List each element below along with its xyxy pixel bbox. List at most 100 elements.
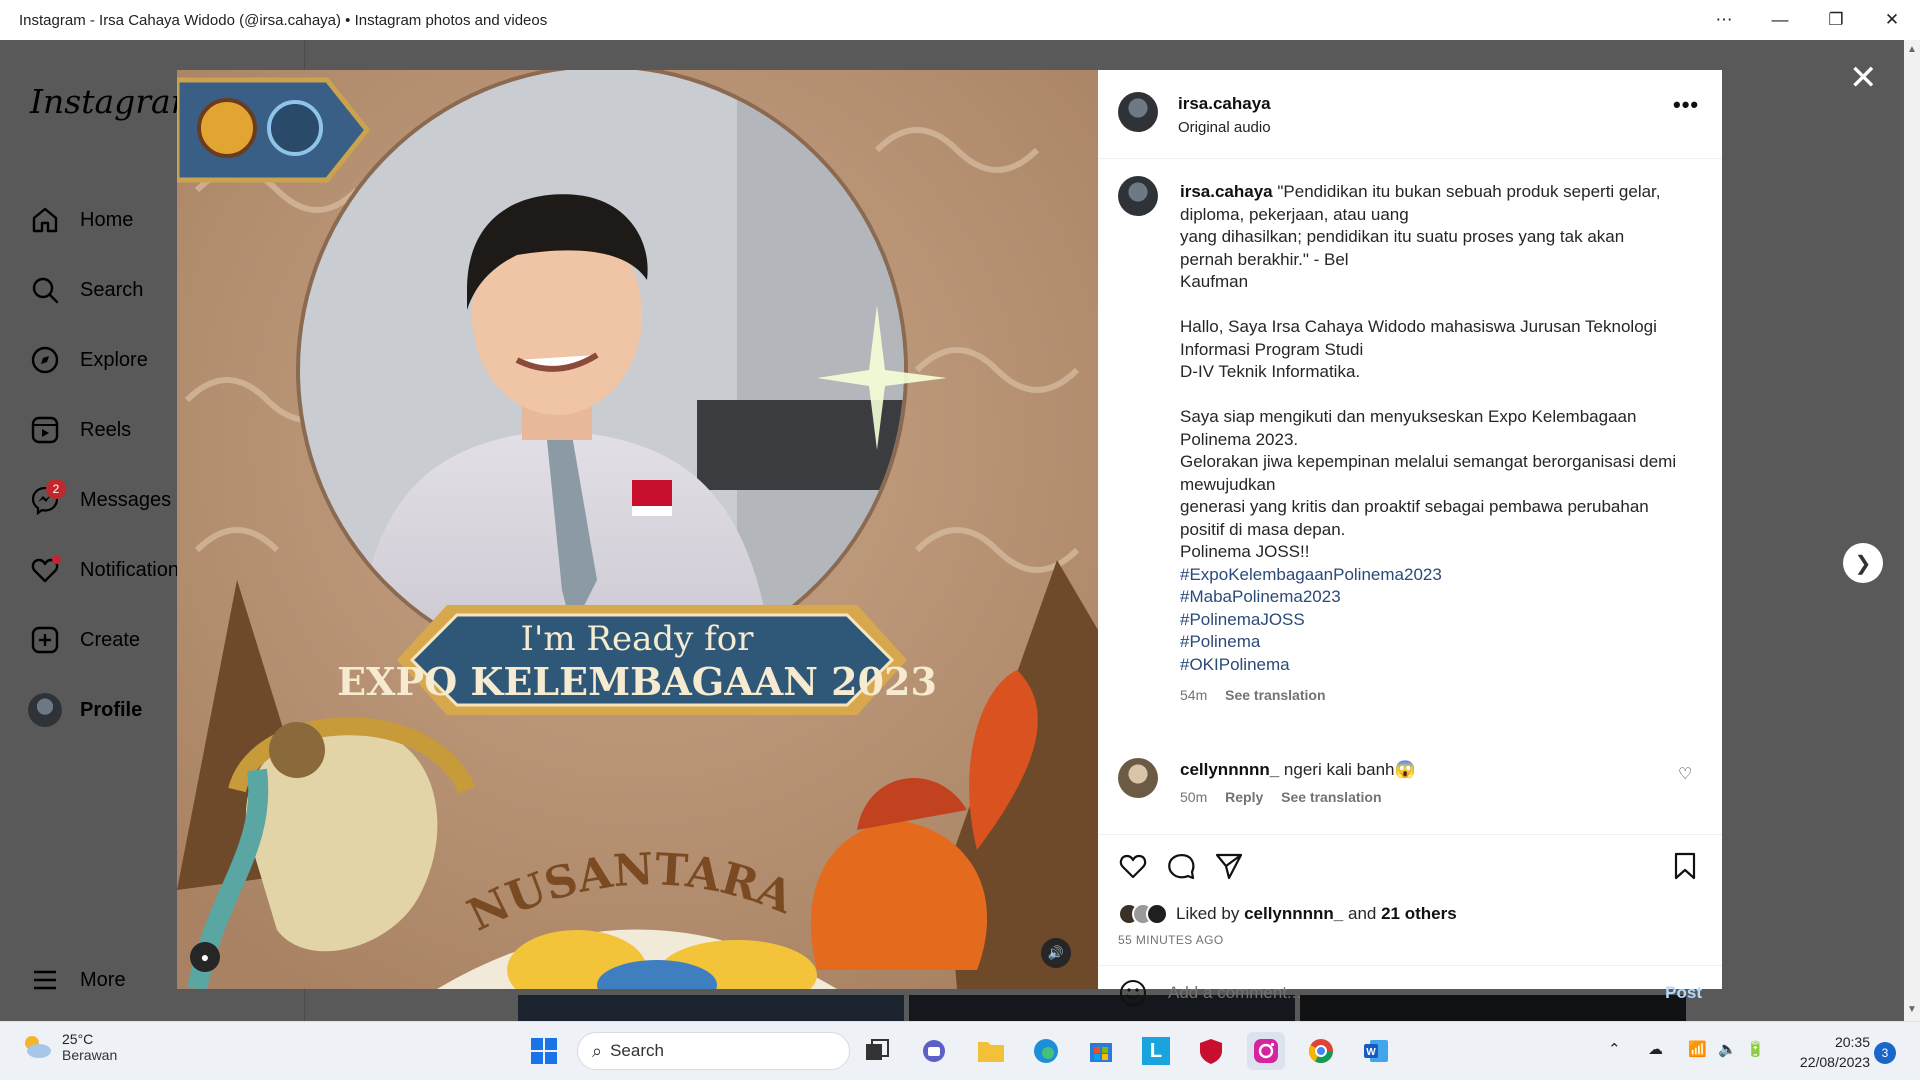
sidebar-item-search[interactable]: Search bbox=[28, 270, 143, 310]
hashtag-link[interactable]: #PolinemaJOSS bbox=[1180, 609, 1680, 632]
sidebar-item-messages[interactable]: 2 Messages bbox=[28, 479, 171, 520]
commenter-avatar[interactable] bbox=[1118, 758, 1158, 798]
post-time-ago[interactable]: 55 MINUTES AGO bbox=[1118, 933, 1224, 947]
battery-icon[interactable]: 🔋 bbox=[1746, 1040, 1765, 1058]
scroll-down-arrow-icon[interactable]: ▼ bbox=[1907, 1004, 1917, 1015]
page-scrollbar[interactable]: ▲ ▼ bbox=[1904, 40, 1920, 1021]
close-modal-icon[interactable]: ✕ bbox=[1849, 58, 1878, 98]
chevron-right-icon: ❯ bbox=[1854, 552, 1872, 575]
liked-by-user[interactable]: cellynnnnn_ bbox=[1244, 904, 1343, 924]
sidebar-item-explore[interactable]: Explore bbox=[28, 340, 148, 380]
caption-line: Saya siap mengikuti dan menyukseskan Exp… bbox=[1180, 407, 1637, 449]
post-details-panel: irsa.cahaya Original audio ••• irsa.caha… bbox=[1098, 70, 1722, 1006]
likes-summary: Liked by cellynnnnn_ and 21 others bbox=[1118, 903, 1457, 925]
caption-line: yang dihasilkan; pendidikan itu suatu pr… bbox=[1180, 227, 1625, 269]
see-translation-link[interactable]: See translation bbox=[1225, 687, 1325, 703]
sidebar-item-profile[interactable]: Profile bbox=[28, 690, 142, 730]
banner-line-1: I'm Ready for bbox=[521, 619, 755, 659]
caption-line: Polinema JOSS!! bbox=[1180, 542, 1310, 561]
hashtag-link[interactable]: #MabaPolinema2023 bbox=[1180, 586, 1680, 609]
close-window-button[interactable]: ✕ bbox=[1864, 0, 1920, 40]
word-app-icon[interactable]: W bbox=[1357, 1032, 1395, 1070]
chrome-browser-icon[interactable] bbox=[1302, 1032, 1340, 1070]
clock-date: 22/08/2023 bbox=[1799, 1054, 1870, 1070]
caption-line: Gelorakan jiwa kepempinan melalui semang… bbox=[1180, 452, 1677, 494]
volume-icon[interactable]: 🔈 bbox=[1718, 1040, 1737, 1058]
sidebar-item-label: Create bbox=[80, 628, 141, 651]
caption-line bbox=[1180, 384, 1680, 407]
sidebar-item-reels[interactable]: Reels bbox=[28, 410, 131, 450]
like-heart-icon[interactable] bbox=[1116, 849, 1150, 883]
mcafee-shield-icon[interactable] bbox=[1192, 1032, 1230, 1070]
task-view-icon[interactable] bbox=[858, 1032, 896, 1070]
sidebar-item-home[interactable]: Home bbox=[28, 200, 133, 240]
scroll-up-arrow-icon[interactable]: ▲ bbox=[1907, 44, 1917, 55]
weather-temp: 25°C bbox=[62, 1031, 94, 1047]
add-comment-input[interactable]: Add a comment... bbox=[1168, 983, 1665, 1003]
more-options-icon[interactable]: ⋯ bbox=[1696, 0, 1752, 40]
audio-toggle-button[interactable]: 🔊 bbox=[1041, 938, 1071, 968]
save-bookmark-icon[interactable] bbox=[1668, 849, 1702, 883]
start-button[interactable] bbox=[525, 1032, 563, 1070]
minimize-button[interactable]: — bbox=[1752, 0, 1808, 40]
tagged-user-button[interactable]: ● bbox=[190, 942, 220, 972]
hashtag-link[interactable]: #ExpoKelembagaanPolinema2023 bbox=[1180, 564, 1680, 587]
notification-count-badge[interactable]: 3 bbox=[1874, 1042, 1896, 1064]
author-username[interactable]: irsa.cahaya bbox=[1178, 94, 1271, 114]
grid-thumbnail[interactable] bbox=[518, 995, 904, 1021]
sidebar-item-label: Reels bbox=[80, 418, 132, 441]
share-paper-plane-icon[interactable] bbox=[1212, 849, 1246, 883]
show-hidden-icons-chevron-icon[interactable]: ⌃ bbox=[1608, 1040, 1621, 1058]
caption-line: Kaufman bbox=[1180, 272, 1249, 291]
hashtag-link[interactable]: #Polinema bbox=[1180, 631, 1680, 654]
post-media[interactable]: I'm Ready for EXPO KELEMBAGAAN 2023 NUSA… bbox=[177, 70, 1098, 989]
comment-like-heart-icon[interactable]: ♡ bbox=[1678, 764, 1692, 784]
liked-by-others[interactable]: 21 others bbox=[1381, 904, 1457, 924]
restore-button[interactable]: ❐ bbox=[1808, 0, 1864, 40]
taskbar-search[interactable]: ⌕ Search bbox=[577, 1032, 850, 1070]
file-explorer-icon[interactable] bbox=[972, 1032, 1010, 1070]
reply-link[interactable]: Reply bbox=[1225, 789, 1263, 805]
onedrive-cloud-icon[interactable]: ☁ bbox=[1648, 1040, 1663, 1058]
weather-widget[interactable]: 25°C Berawan bbox=[20, 1031, 117, 1063]
search-icon: ⌕ bbox=[592, 1040, 603, 1061]
post-actions: Liked by cellynnnnn_ and 21 others 55 MI… bbox=[1098, 834, 1722, 1006]
post-comment-button[interactable]: Post bbox=[1665, 983, 1702, 1003]
sidebar-item-more[interactable]: More bbox=[28, 960, 126, 1000]
comment-text: ngeri kali banh😱 bbox=[1283, 760, 1416, 779]
caption-avatar[interactable] bbox=[1118, 176, 1158, 216]
sidebar-item-create[interactable]: Create bbox=[28, 620, 140, 660]
next-post-button[interactable]: ❯ bbox=[1843, 543, 1883, 583]
liker-avatar bbox=[1146, 903, 1168, 925]
caption-line: Hallo, Saya Irsa Cahaya Widodo mahasiswa… bbox=[1180, 317, 1657, 359]
caption-meta: 54m See translation bbox=[1180, 684, 1680, 707]
comment-body: cellynnnnn_ ngeri kali banh😱 bbox=[1180, 760, 1416, 780]
emoji-icon[interactable] bbox=[1118, 978, 1148, 1008]
hashtag-link[interactable]: #OKIPolinema bbox=[1180, 654, 1680, 677]
page: Instagram Home Search Explore Reels 2 Me… bbox=[0, 40, 1904, 1021]
sidebar-item-notifications[interactable]: Notifications bbox=[28, 550, 189, 590]
svg-text:W: W bbox=[1366, 1047, 1376, 1058]
weather-desc: Berawan bbox=[62, 1047, 118, 1063]
commenter-username[interactable]: cellynnnnn_ bbox=[1180, 760, 1279, 779]
more-options-icon[interactable]: ••• bbox=[1673, 92, 1699, 118]
window-title: Instagram - Irsa Cahaya Widodo (@irsa.ca… bbox=[19, 11, 548, 29]
home-icon bbox=[28, 203, 62, 237]
messages-badge: 2 bbox=[46, 479, 66, 499]
microsoft-store-icon[interactable] bbox=[1082, 1032, 1120, 1070]
comment-bubble-icon[interactable] bbox=[1164, 849, 1198, 883]
app-l-icon[interactable]: L bbox=[1137, 1032, 1175, 1070]
instagram-app-icon[interactable] bbox=[1247, 1032, 1285, 1070]
see-translation-link[interactable]: See translation bbox=[1281, 789, 1381, 805]
wifi-icon[interactable]: 📶 bbox=[1688, 1040, 1707, 1058]
caption-line: generasi yang kritis dan proaktif sebaga… bbox=[1180, 497, 1649, 539]
caption-username[interactable]: irsa.cahaya bbox=[1180, 182, 1273, 201]
search-icon bbox=[28, 273, 62, 307]
comment-time: 50m bbox=[1180, 789, 1208, 805]
original-audio-link[interactable]: Original audio bbox=[1178, 119, 1271, 136]
author-avatar[interactable] bbox=[1118, 92, 1158, 132]
system-clock[interactable]: 20:35 22/08/2023 bbox=[1786, 1032, 1870, 1072]
teams-chat-icon[interactable] bbox=[915, 1032, 953, 1070]
reels-icon bbox=[28, 413, 62, 447]
edge-browser-icon[interactable] bbox=[1027, 1032, 1065, 1070]
